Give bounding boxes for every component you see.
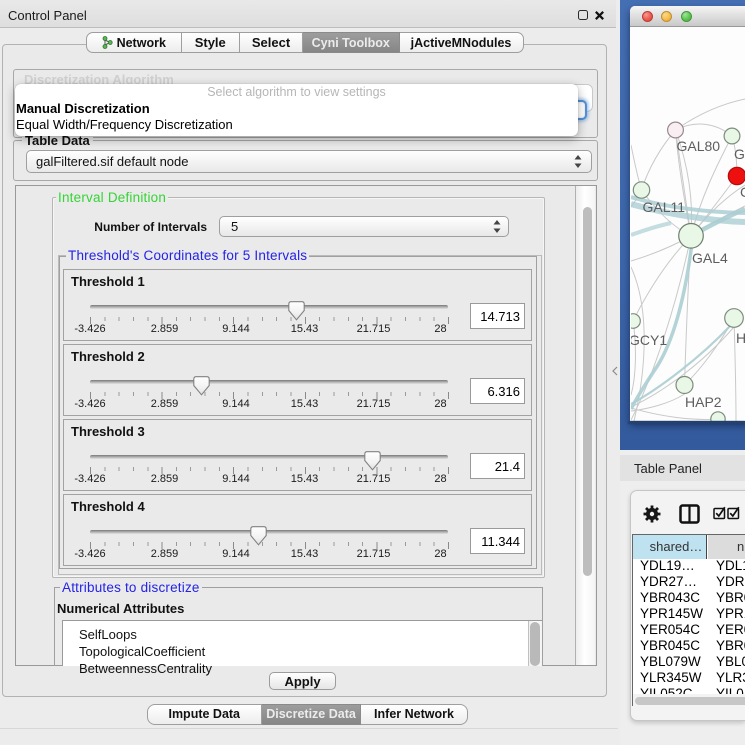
svg-text:H: H xyxy=(736,330,745,346)
svg-text:GAL4: GAL4 xyxy=(692,250,728,266)
svg-text:GAL11: GAL11 xyxy=(643,199,686,215)
svg-text:GA: GA xyxy=(734,146,745,162)
svg-text:HAP2: HAP2 xyxy=(685,394,722,410)
svg-text:GAL80: GAL80 xyxy=(677,138,721,154)
svg-text:C: C xyxy=(740,184,745,200)
svg-text:GCY1: GCY1 xyxy=(631,332,667,348)
